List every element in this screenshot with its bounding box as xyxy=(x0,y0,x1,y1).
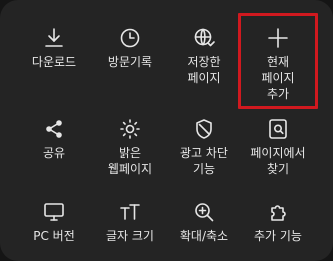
saved-pages-label-line2: 페이지 xyxy=(187,71,221,85)
zoom-icon xyxy=(192,200,216,224)
browser-menu-panel: 다운로드 방문기록 저장한 페이지 현재 페이지 추가 공유 밝은 웹페이지 광… xyxy=(0,0,333,261)
saved-pages-label-line1: 저장한 xyxy=(187,55,221,69)
pc-version-button[interactable]: PC 버전 xyxy=(22,200,86,244)
saved-pages-button[interactable]: 저장한 페이지 xyxy=(172,26,236,86)
bright-webpage-label-line2: 웹페이지 xyxy=(107,162,153,176)
text-size-button[interactable]: 글자 크기 xyxy=(98,200,162,244)
puzzle-icon xyxy=(266,200,290,224)
find-in-page-icon xyxy=(266,117,290,141)
download-label: 다운로드 xyxy=(31,55,77,69)
clock-icon xyxy=(118,26,142,50)
share-icon xyxy=(42,117,66,141)
find-in-page-button[interactable]: 페이지에서 찾기 xyxy=(246,117,310,177)
extensions-button[interactable]: 추가 기능 xyxy=(246,200,310,244)
shield-icon xyxy=(192,117,216,141)
bright-webpage-button[interactable]: 밝은 웹페이지 xyxy=(98,117,162,177)
bright-webpage-label-line1: 밝은 xyxy=(118,146,142,160)
history-label: 방문기록 xyxy=(107,55,153,69)
globe-save-icon xyxy=(192,26,216,50)
ad-block-label-line2: 기능 xyxy=(192,162,216,176)
sun-icon xyxy=(118,117,142,141)
extensions-label: 추가 기능 xyxy=(254,229,302,243)
share-label: 공유 xyxy=(42,146,66,160)
download-icon xyxy=(42,26,66,50)
zoom-label: 확대/축소 xyxy=(179,229,229,243)
find-in-page-label-line2: 찾기 xyxy=(266,162,290,176)
ad-block-button[interactable]: 광고 차단 기능 xyxy=(172,117,236,177)
share-button[interactable]: 공유 xyxy=(22,117,86,161)
download-button[interactable]: 다운로드 xyxy=(22,26,86,70)
desktop-icon xyxy=(42,200,66,224)
pc-version-label: PC 버전 xyxy=(33,229,75,243)
text-size-icon xyxy=(118,200,142,224)
highlight-box xyxy=(238,13,318,109)
zoom-button[interactable]: 확대/축소 xyxy=(172,200,236,244)
ad-block-label-line1: 광고 차단 xyxy=(180,146,228,160)
history-button[interactable]: 방문기록 xyxy=(98,26,162,70)
find-in-page-label-line1: 페이지에서 xyxy=(250,146,306,160)
text-size-label: 글자 크기 xyxy=(106,229,154,243)
